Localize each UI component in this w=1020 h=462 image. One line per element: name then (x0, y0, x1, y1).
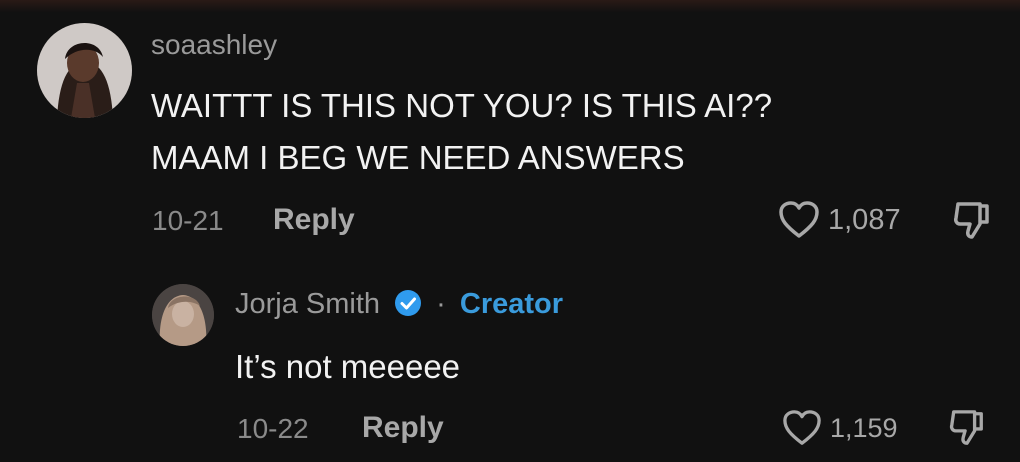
reply-item: Jorja Smith · Creator It’s not meeeee 10… (0, 270, 1020, 462)
dislike-button[interactable] (948, 408, 986, 453)
comment-text-line: WAITTT IS THIS NOT YOU? IS THIS AI?? (151, 87, 773, 124)
heart-icon (783, 410, 821, 445)
avatar[interactable] (152, 284, 214, 346)
avatar-image (152, 284, 214, 346)
comment-item: soaashley WAITTT IS THIS NOT YOU? IS THI… (0, 0, 1020, 262)
creator-badge: Creator (459, 288, 564, 320)
reply-text: It’s not meeeee (235, 348, 461, 385)
reply-button[interactable]: Reply (273, 203, 355, 237)
reply-date: 10-22 (237, 413, 309, 444)
verified-badge-icon (395, 290, 422, 317)
comment-username[interactable]: soaashley (151, 29, 277, 61)
like-count: 1,159 (830, 412, 898, 443)
like-button[interactable]: 1,087 (778, 200, 901, 240)
like-button[interactable]: 1,159 (782, 409, 898, 447)
dislike-icon (954, 202, 989, 239)
reply-button[interactable]: Reply (362, 411, 444, 445)
dislike-button[interactable] (952, 200, 992, 247)
like-count: 1,087 (828, 203, 901, 236)
reply-username[interactable]: Jorja Smith (235, 288, 380, 320)
avatar[interactable] (37, 23, 132, 118)
comment-text-line: MAAM I BEG WE NEED ANSWERS (151, 139, 685, 176)
dislike-icon (949, 410, 983, 445)
separator-dot: · (436, 288, 446, 320)
reply-username-row: Jorja Smith · Creator (235, 288, 563, 321)
heart-icon (779, 201, 819, 238)
avatar-image (37, 23, 132, 118)
comment-date: 10-21 (152, 205, 224, 236)
